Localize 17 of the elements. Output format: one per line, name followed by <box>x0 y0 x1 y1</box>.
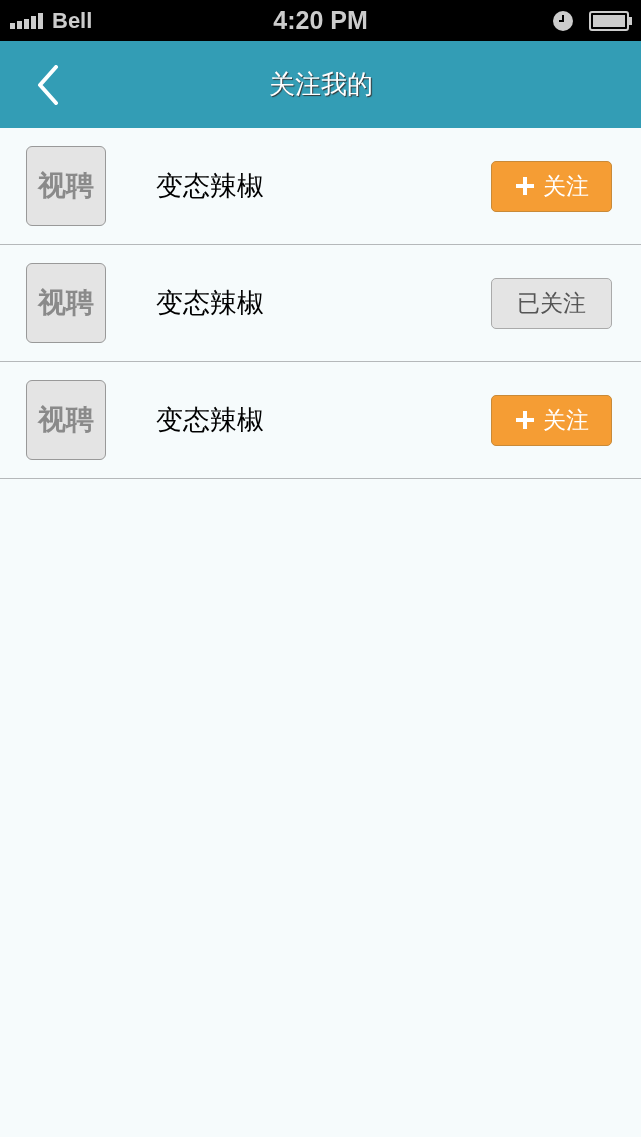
avatar-logo: 视聘 <box>38 285 94 321</box>
user-name: 变态辣椒 <box>156 286 265 320</box>
status-time: 4:20 PM <box>272 6 369 35</box>
followed-button[interactable]: 已关注 <box>491 277 612 329</box>
user-name: 变态辣椒 <box>156 403 265 437</box>
page-title: 关注我的 <box>267 68 374 101</box>
clock-icon <box>553 10 573 31</box>
carrier-name: Bell <box>52 7 93 34</box>
back-button[interactable] <box>36 64 60 105</box>
avatar-logo: 视聘 <box>38 402 94 438</box>
follow-button[interactable]: 关注 <box>491 160 612 212</box>
plus-icon <box>514 410 535 430</box>
follow-button[interactable]: 关注 <box>491 394 612 446</box>
user-name: 变态辣椒 <box>156 169 265 203</box>
battery-icon <box>589 10 633 31</box>
avatar-logo: 视聘 <box>38 168 94 204</box>
plus-icon <box>514 176 535 196</box>
